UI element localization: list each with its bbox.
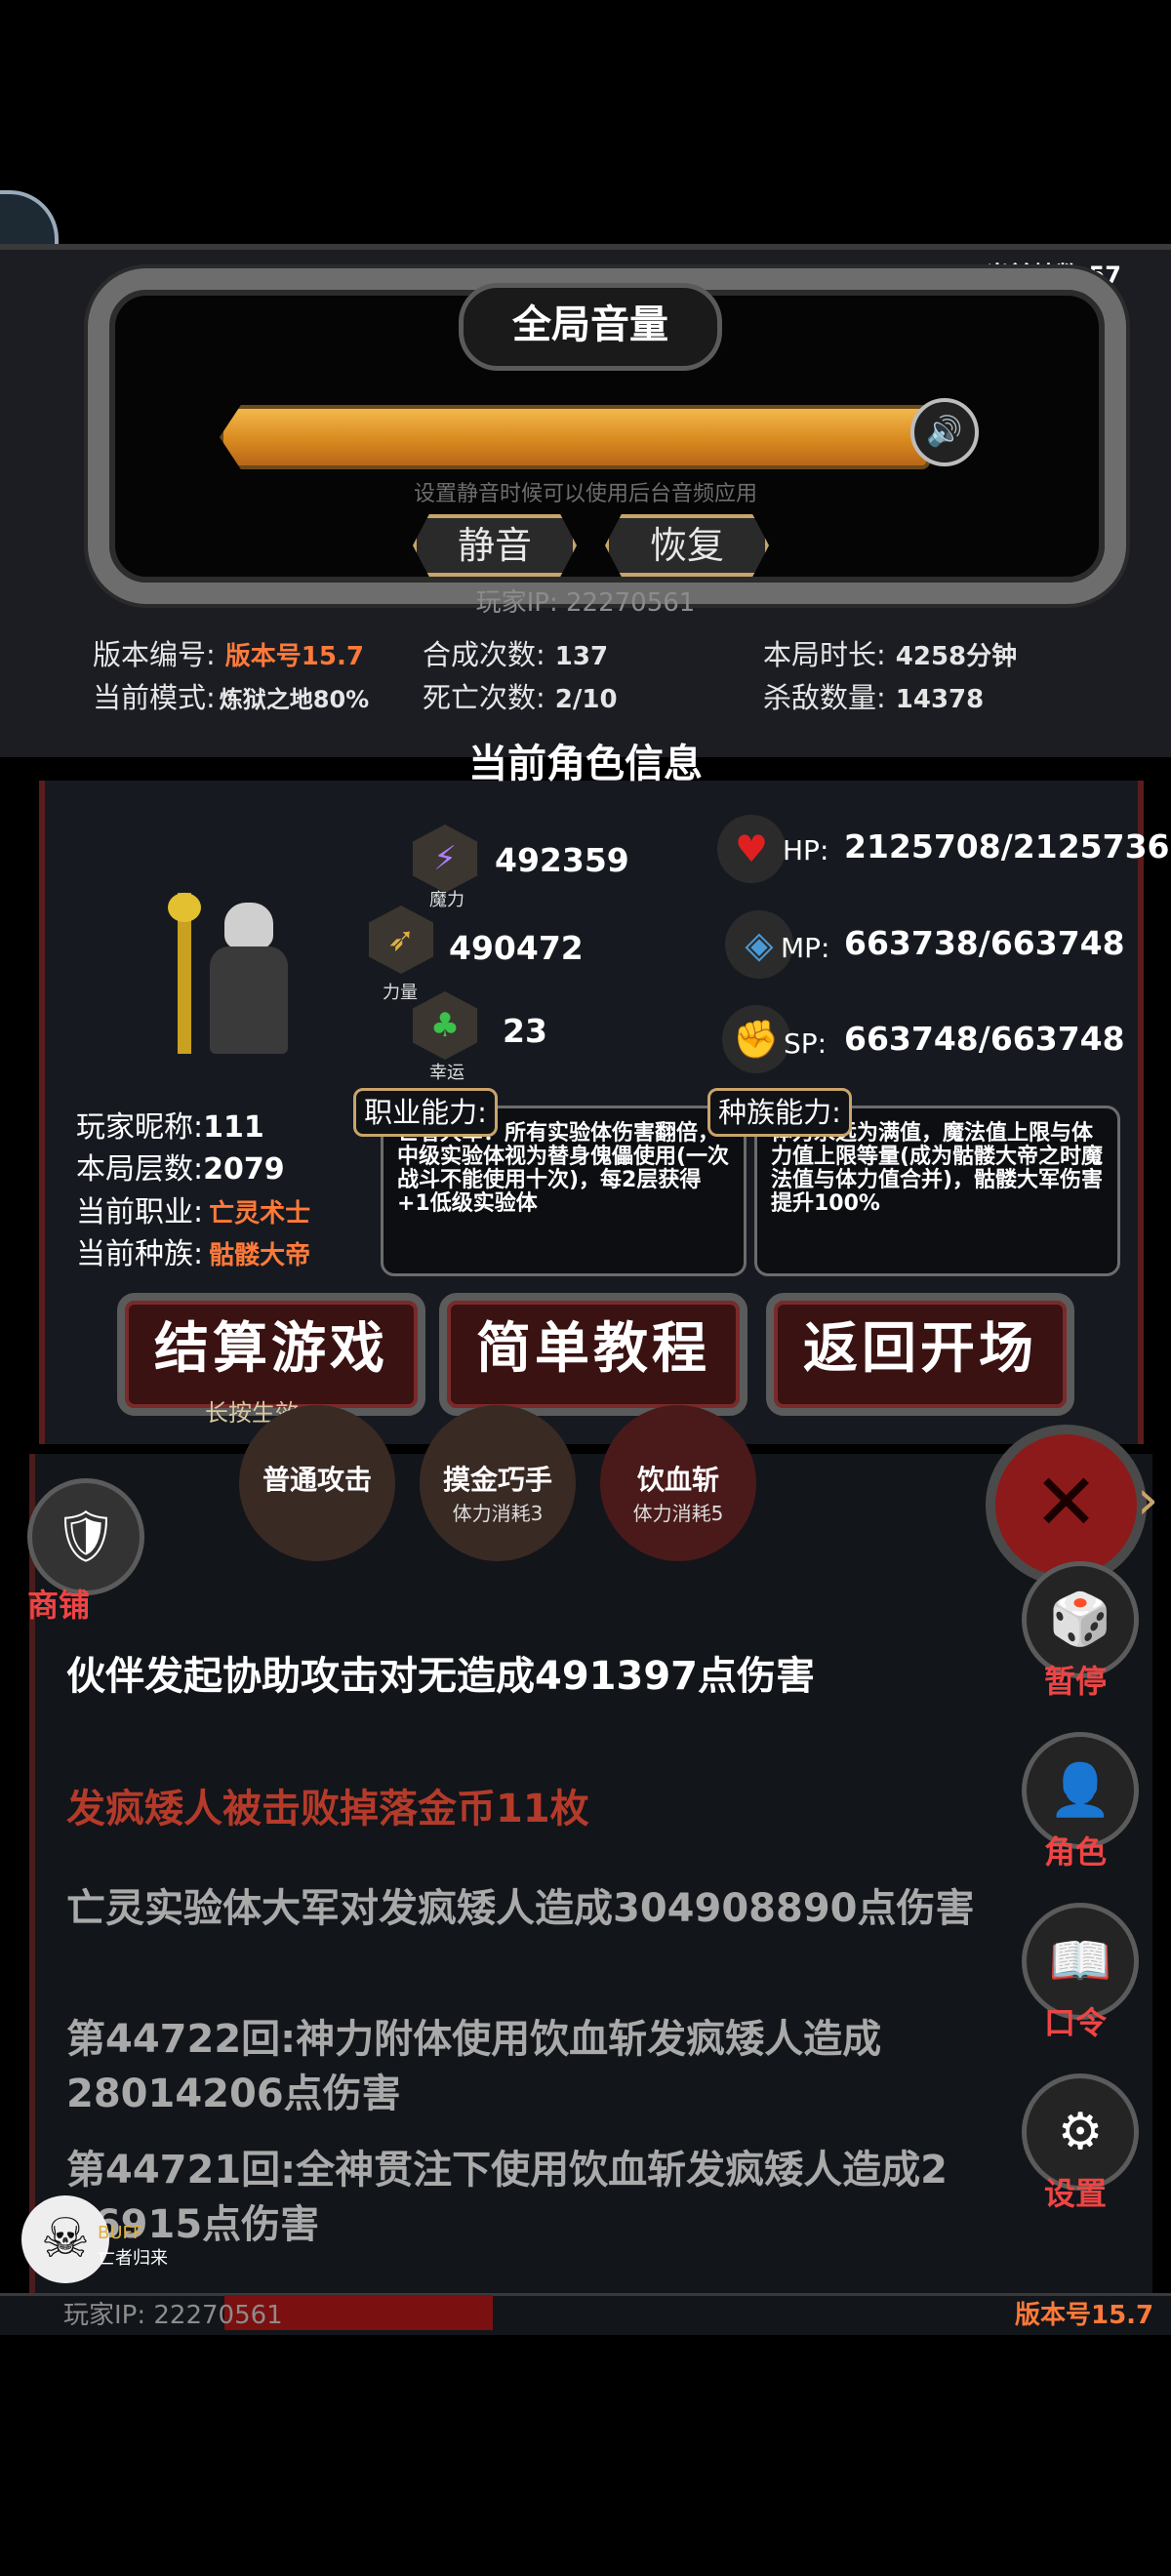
settings-label[interactable]: 设置 [1022,2169,1129,2214]
footer-ip: 玩家IP: 22270561 [63,2301,283,2330]
log-line: 亡灵实验体大军对发疯矮人造成304908890点伤害 [66,1886,975,1931]
version-label: 版本编号: [93,638,216,671]
hp-value: 2125708/2125736 [844,827,1170,865]
code-label[interactable]: 口令 [1022,1998,1129,2043]
kills-value: 14378 [895,685,985,714]
skill-name: 饮血斩 [636,1464,719,1496]
volume-title: 全局音量 [512,302,668,347]
log-line: 伙伴发起协助攻击对无造成491397点伤害 [66,1654,815,1699]
skill-name: 普通攻击 [262,1464,372,1496]
return-start-button[interactable]: 返回开场 [766,1293,1074,1416]
floor-label: 本局层数: [76,1152,204,1187]
strength-label: 力量 [383,983,418,1003]
magic-label: 魔力 [429,890,464,910]
nickname-info: 玩家昵称:111 [76,1103,264,1146]
duration-label: 本局时长: [763,638,886,671]
stamina-icon: ✊ [722,1005,790,1073]
skill-gold-touch[interactable]: 摸金巧手 体力消耗3 [420,1405,576,1561]
role-label[interactable]: 角色 [1022,1828,1129,1872]
hp-label: HP: [783,834,829,866]
death-label: 死亡次数: [423,681,545,714]
skull-icon[interactable]: ☠ [21,2195,109,2283]
volume-hint: 设置静音时候可以使用后台音频应用 [413,482,757,506]
floor-value: 2079 [203,1152,285,1187]
luck-label: 幸运 [429,1063,464,1083]
job-info: 当前职业: 亡灵术士 [76,1187,310,1230]
synth-stat: 合成次数: 137 [423,632,608,673]
shop-icon[interactable]: 🛡 [27,1478,144,1595]
version-value: 版本号15.7 [224,642,364,671]
duration-value: 4258分钟 [895,642,1018,671]
sp-label: SP: [784,1027,828,1060]
death-value: 2/10 [554,685,618,714]
mode-label: 当前模式: [93,681,216,714]
heart-icon: ♥ [717,815,786,883]
log-line: 发疯矮人被击败掉落金币11枚 [66,1787,589,1831]
kills-stat: 杀敌数量: 14378 [763,675,984,716]
skill-cost: 体力消耗3 [452,1502,544,1525]
character-title: 当前角色信息 [468,742,703,786]
close-icon[interactable]: ✕ [986,1425,1147,1586]
synth-value: 137 [554,642,609,671]
synth-label: 合成次数: [423,638,545,671]
pause-label[interactable]: 暂停 [1022,1657,1129,1702]
job-value: 亡灵术士 [209,1199,311,1228]
job-label: 当前职业: [76,1195,204,1229]
floor-info: 本局层数:2079 [76,1145,285,1187]
mp-value: 663738/663748 [844,924,1125,962]
log-line: 第44722回:神力附体使用饮血斩发疯矮人造成28014206点伤害 [66,2017,882,2116]
death-stat: 死亡次数: 2/10 [423,675,618,716]
skill-cost: 体力消耗5 [632,1502,724,1525]
skill-normal-attack[interactable]: 普通攻击 [239,1405,395,1561]
volume-slider[interactable] [220,405,930,469]
skill-blood-slash[interactable]: 饮血斩 体力消耗5 [600,1405,756,1561]
race-info: 当前种族: 骷髅大帝 [76,1229,310,1272]
nickname-value: 111 [203,1110,264,1145]
footer-version: 版本号15.7 [1015,2301,1154,2330]
speaker-icon[interactable]: 🔊 [910,398,979,466]
buff-label: BUFF [98,2223,143,2243]
job-ability-tag: 职业能力: [353,1088,498,1137]
skill-name: 摸金巧手 [442,1464,552,1496]
duration-stat: 本局时长: 4258分钟 [763,632,1017,673]
mode-value: 炼狱之地80% [219,686,370,713]
tutorial-button[interactable]: 简单教程 [439,1293,747,1416]
sp-value: 663748/663748 [844,1020,1125,1058]
resume-button[interactable]: 恢复 [605,514,769,577]
chevron-right-icon[interactable]: › [1137,1469,1158,1532]
buff-name: 亡者归来 [98,2248,168,2269]
race-ability-tag: 种族能力: [707,1088,852,1137]
magic-value: 492359 [495,841,629,879]
mode-stat: 当前模式: 炼狱之地80% [93,675,369,716]
log-line: 第44721回:全神贯注下使用饮血斩发疯矮人造成2 86915点伤害 [66,2148,948,2247]
player-ip: 玩家IP: 22270561 [475,588,696,618]
race-label: 当前种族: [76,1237,204,1271]
shop-label: 商铺 [27,1587,91,1624]
nickname-label: 玩家昵称: [76,1110,204,1145]
strength-value: 490472 [449,929,584,967]
mute-button[interactable]: 静音 [413,514,577,577]
mp-label: MP: [781,932,830,964]
luck-value: 23 [503,1012,547,1050]
character-avatar [166,893,303,1059]
kills-label: 杀敌数量: [763,681,886,714]
race-value: 骷髅大帝 [209,1241,311,1270]
version-stat: 版本编号: 版本号15.7 [93,632,364,673]
